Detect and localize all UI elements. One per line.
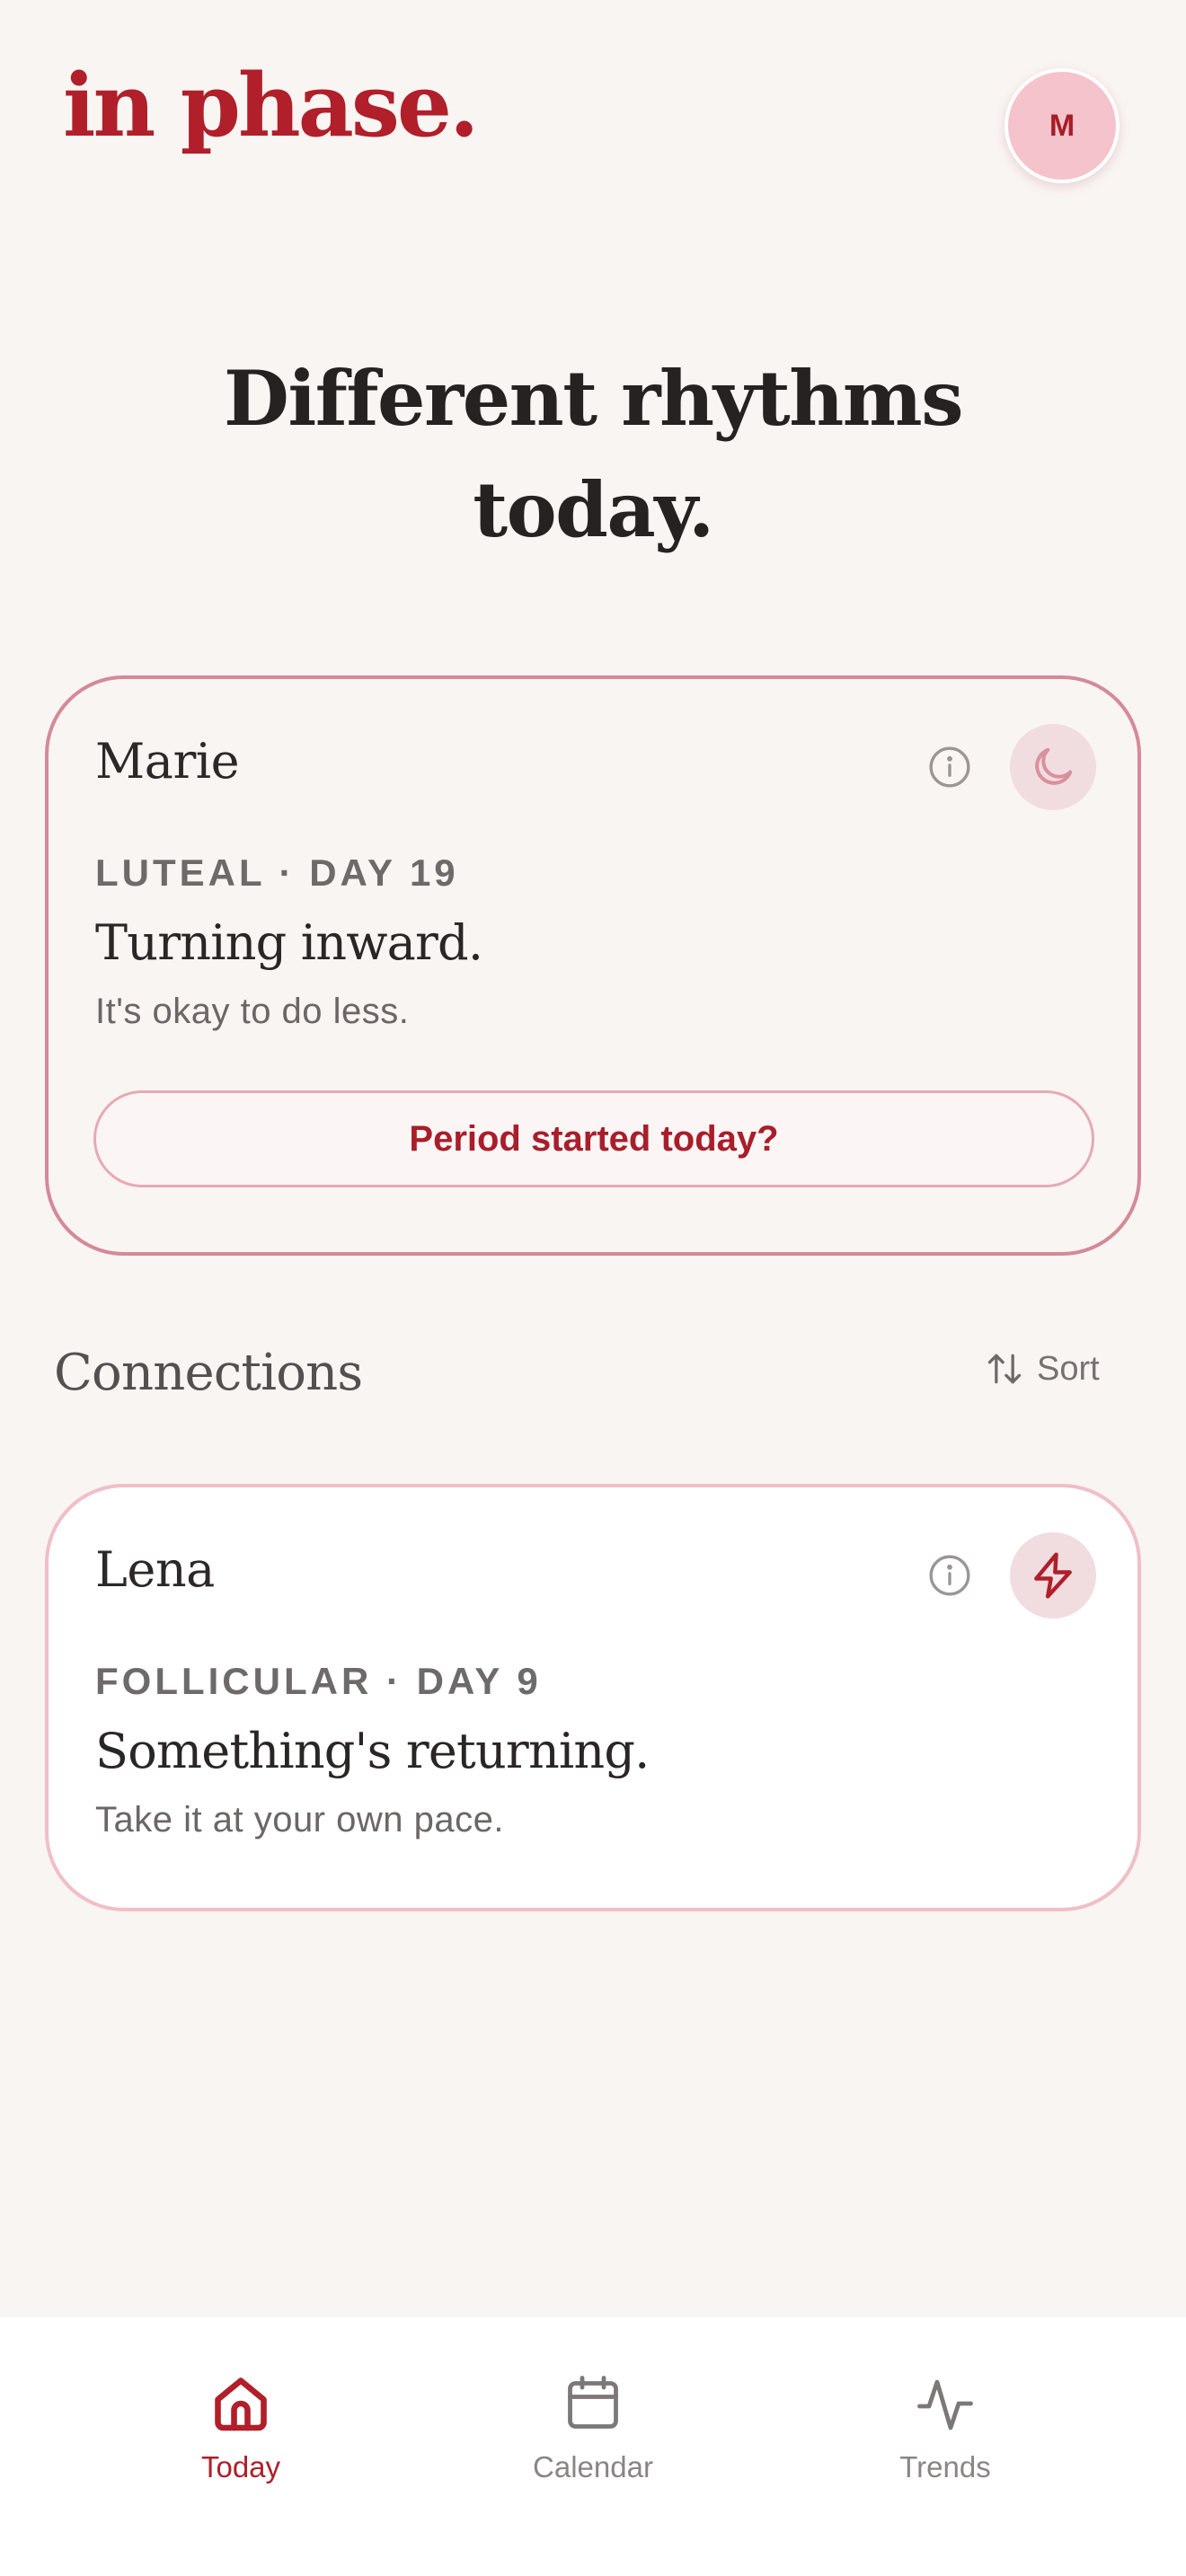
nav-item-calendar[interactable]: Calendar bbox=[485, 2371, 701, 2484]
headline-line-1: Different rhythms bbox=[224, 354, 963, 443]
phase-label: FOLLICULAR · DAY 9 bbox=[95, 1660, 542, 1702]
phase-subtitle: It's okay to do less. bbox=[95, 992, 410, 1031]
info-icon[interactable] bbox=[927, 745, 972, 790]
page-headline: Different rhythms today. bbox=[0, 343, 1186, 566]
connection-card[interactable]: Lena FOLLICULAR · DAY 9 Something's retu… bbox=[45, 1484, 1141, 1911]
home-icon bbox=[215, 2378, 267, 2431]
phase-title: Turning inward. bbox=[95, 914, 483, 971]
today-screen: in phase. M Different rhythms today. Mar… bbox=[0, 0, 1186, 2576]
card-name: Marie bbox=[95, 733, 240, 790]
calendar-icon bbox=[568, 2376, 618, 2429]
bottom-nav: Today Calendar Trends bbox=[0, 2317, 1186, 2576]
self-phase-card[interactable]: Marie LUTEAL · DAY 19 Turning inward. It… bbox=[45, 675, 1141, 1256]
headline-line-2: today. bbox=[473, 465, 714, 554]
sort-button[interactable]: Sort bbox=[985, 1349, 1100, 1389]
card-name: Lena bbox=[95, 1541, 215, 1598]
lightning-icon[interactable] bbox=[1010, 1532, 1096, 1619]
nav-item-trends[interactable]: Trends bbox=[837, 2371, 1053, 2484]
nav-label-calendar: Calendar bbox=[533, 2450, 653, 2483]
activity-icon bbox=[917, 2379, 973, 2430]
connections-title: Connections bbox=[54, 1344, 363, 1402]
profile-avatar[interactable]: M bbox=[1005, 68, 1120, 183]
nav-label-today: Today bbox=[200, 2450, 281, 2483]
moon-icon[interactable] bbox=[1010, 724, 1096, 810]
phase-title: Something's returning. bbox=[95, 1723, 650, 1779]
sort-label: Sort bbox=[1037, 1349, 1100, 1388]
nav-item-today[interactable]: Today bbox=[133, 2371, 349, 2484]
info-icon[interactable] bbox=[927, 1553, 972, 1598]
nav-label-trends: Trends bbox=[899, 2450, 991, 2483]
period-started-button[interactable]: Period started today? bbox=[93, 1090, 1094, 1187]
app-logo: in phase. bbox=[63, 55, 479, 156]
phase-subtitle: Take it at your own pace. bbox=[95, 1800, 504, 1839]
sort-icon bbox=[987, 1354, 1022, 1384]
phase-label: LUTEAL · DAY 19 bbox=[95, 851, 459, 894]
